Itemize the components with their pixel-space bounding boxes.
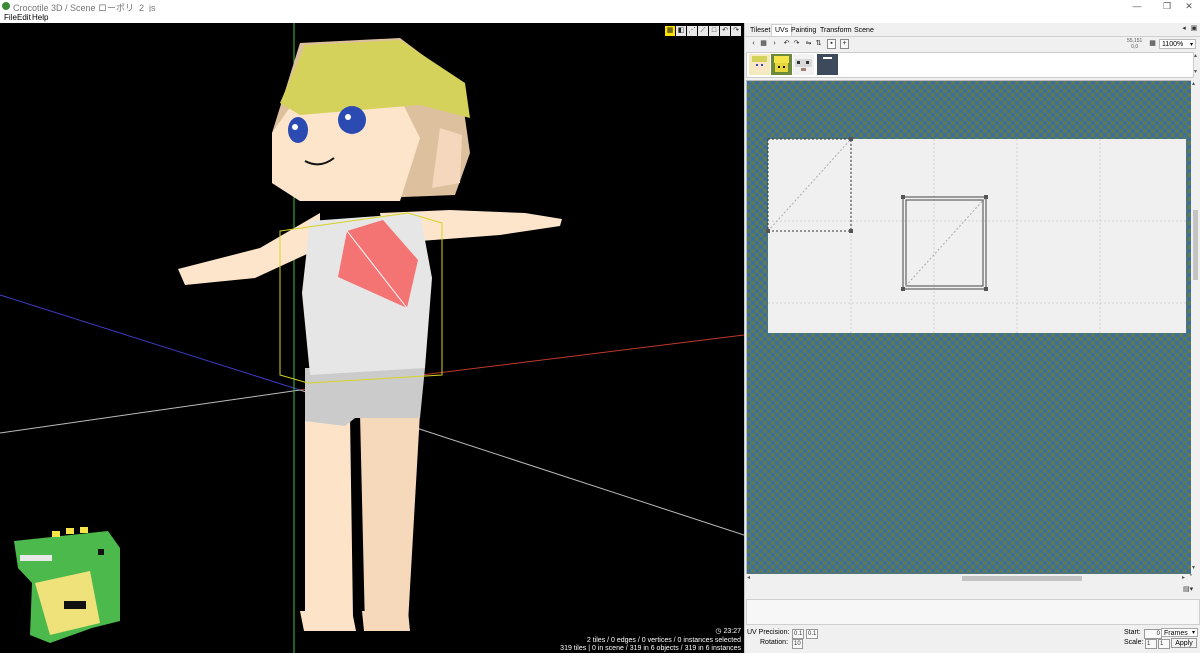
redo-icon[interactable]: ↷ xyxy=(731,26,741,36)
dock-panel-icon[interactable]: ▣ xyxy=(1190,25,1198,33)
left-eye xyxy=(288,117,308,143)
tile-thumb-2[interactable] xyxy=(771,54,792,75)
uv-texture xyxy=(766,137,1186,333)
scene-render xyxy=(0,23,744,653)
menu-help[interactable]: Help xyxy=(32,12,48,23)
maximize-button[interactable]: ❐ xyxy=(1156,0,1178,12)
chevron-down-icon: ▾ xyxy=(1191,630,1195,636)
right-leg xyxy=(360,413,420,628)
rotation-input[interactable]: 10 xyxy=(792,639,803,649)
rotate-right-icon[interactable]: ↷ xyxy=(792,39,801,49)
scroll-down-icon[interactable]: ▾ xyxy=(1192,564,1195,571)
uv-horizontal-scrollbar[interactable]: ◂ ▸ xyxy=(746,574,1190,582)
scroll-thumb[interactable] xyxy=(962,576,1082,581)
title-bar: Crocotile 3D / Scene ローポリ_2_js — ❐ ✕ xyxy=(0,0,1200,13)
clock-icon: ◷ xyxy=(715,628,722,635)
close-button[interactable]: ✕ xyxy=(1178,0,1200,12)
coords-bottom: 0,0 xyxy=(1131,44,1139,50)
menu-file[interactable]: File xyxy=(4,12,17,23)
left-foot xyxy=(300,611,356,631)
panel-tabs: Tileset UVs Painting Transform Scene ◂ ▣ xyxy=(745,23,1200,37)
next-icon[interactable]: › xyxy=(770,39,779,49)
3d-viewport[interactable]: ▦ ◧ ⋰ ⟋ □ ↶ ↷ ◷ 23:27 2 tiles / 0 edges … xyxy=(0,23,744,653)
rotate-left-icon[interactable]: ↶ xyxy=(782,39,791,49)
chevron-down-icon: ▾ xyxy=(1189,42,1193,48)
uv-toolbar: ‹ ▦ › ↶ ↷ ⇋ ⇅ ▪ + 55,151 0,0 ▦ 1100% ▾ xyxy=(745,38,1200,51)
unit-value: Frames xyxy=(1164,630,1188,637)
collapse-panel-icon[interactable]: ◂ xyxy=(1180,25,1188,33)
tab-painting[interactable]: Painting xyxy=(788,25,819,36)
rotation-label: Rotation: xyxy=(760,639,789,646)
menu-edit[interactable]: Edit xyxy=(17,12,31,23)
prev-icon[interactable]: ‹ xyxy=(749,39,758,49)
menu-bar: File Edit Help xyxy=(0,12,1200,23)
scroll-left-icon[interactable]: ◂ xyxy=(747,574,750,581)
uv-precision-y[interactable]: 0.1 xyxy=(806,629,819,639)
add-icon[interactable]: + xyxy=(840,39,849,49)
right-foot xyxy=(362,611,410,631)
tile-thumb-1[interactable] xyxy=(749,54,770,75)
scroll-up-icon[interactable]: ▴ xyxy=(1192,80,1195,87)
viewport-toolbar: ▦ ◧ ⋰ ⟋ □ ↶ ↷ xyxy=(665,26,741,36)
tab-tileset[interactable]: Tileset xyxy=(747,25,773,36)
flip-h-icon[interactable]: ⇋ xyxy=(804,39,813,49)
vertex-icon[interactable]: ⋰ xyxy=(687,26,697,36)
fit-icon[interactable]: ▪ xyxy=(827,39,836,49)
start-input[interactable]: 0 xyxy=(1144,629,1162,639)
grid-icon[interactable]: ▦ xyxy=(759,39,768,49)
tab-transform[interactable]: Transform xyxy=(817,25,855,36)
side-panel: Tileset UVs Painting Transform Scene ◂ ▣… xyxy=(745,23,1200,653)
strip-scrollbar[interactable]: ▴ ▾ xyxy=(1193,52,1200,76)
status-selection: 2 tiles / 0 edges / 0 vertices / 0 insta… xyxy=(586,637,741,644)
scale-label: Scale: xyxy=(1124,639,1144,646)
tile-thumb-3[interactable] xyxy=(793,54,814,75)
cursor-coords: 55,151 0,0 xyxy=(1127,38,1142,50)
uv-vertical-scrollbar[interactable]: ▴ ▾ xyxy=(1191,80,1200,574)
uv-options-icon[interactable]: ▤▾ xyxy=(1183,585,1197,595)
grid-toggle-icon[interactable]: ▦ xyxy=(1148,39,1157,49)
left-leg xyxy=(305,415,353,628)
undo-icon[interactable]: ↶ xyxy=(720,26,730,36)
app-icon xyxy=(2,2,10,10)
scroll-down-icon[interactable]: ▾ xyxy=(1194,68,1197,75)
flip-v-icon[interactable]: ⇅ xyxy=(814,39,823,49)
scale-x-input[interactable]: 1 xyxy=(1145,639,1157,649)
uv-precision-label: UV Precision: xyxy=(747,629,790,636)
left-arm xyxy=(178,213,320,285)
zoom-value: 1100% xyxy=(1162,41,1184,48)
tileset-strip xyxy=(746,52,1194,78)
time-text: 23:27 xyxy=(723,628,741,635)
tile-thumb-4[interactable] xyxy=(817,54,838,75)
right-eye xyxy=(338,106,366,134)
unit-select[interactable]: Frames ▾ xyxy=(1161,628,1198,637)
z-axis-line xyxy=(0,294,301,391)
hair xyxy=(280,40,470,118)
square-icon[interactable]: □ xyxy=(709,26,719,36)
dino-logo xyxy=(14,527,120,643)
tile-select-icon[interactable]: ▦ xyxy=(665,26,675,36)
status-time: ◷ 23:27 xyxy=(715,627,741,635)
start-label: Start: xyxy=(1124,629,1141,636)
uv-precision-x[interactable]: 0.1 xyxy=(792,629,805,639)
cube-icon[interactable]: ◧ xyxy=(676,26,686,36)
edge-icon[interactable]: ⟋ xyxy=(698,26,708,36)
minimize-button[interactable]: — xyxy=(1126,0,1148,12)
uv-properties-area xyxy=(746,599,1200,625)
tab-scene[interactable]: Scene xyxy=(851,25,877,36)
grid-line-left xyxy=(0,389,301,434)
scroll-thumb[interactable] xyxy=(1193,210,1198,280)
texture-area xyxy=(768,139,1186,333)
apply-button[interactable]: Apply xyxy=(1171,638,1197,648)
status-scene: 319 tiles | 0 in scene / 319 in 6 object… xyxy=(560,645,741,652)
scroll-up-icon[interactable]: ▴ xyxy=(1194,52,1197,59)
scroll-right-icon[interactable]: ▸ xyxy=(1182,574,1185,581)
zoom-select[interactable]: 1100% ▾ xyxy=(1159,39,1196,49)
scale-y-input[interactable]: 1 xyxy=(1158,639,1170,649)
uv-canvas[interactable] xyxy=(746,80,1192,576)
